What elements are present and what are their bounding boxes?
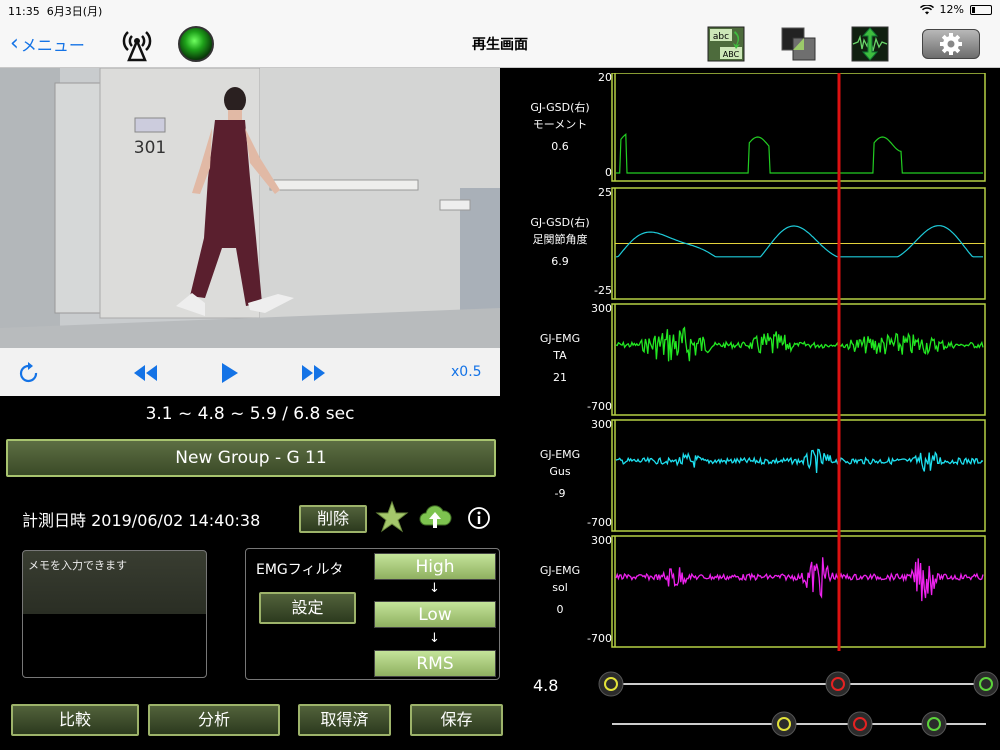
range-end-slider-thumb[interactable] xyxy=(921,711,947,737)
delete-button[interactable]: 削除 xyxy=(299,505,367,533)
status-bar: 11:35 6月3日(月) 12% xyxy=(0,0,1000,20)
cursor-marker-slider-thumb[interactable] xyxy=(825,671,851,697)
panel-frame xyxy=(611,73,986,182)
svg-text:ABC: ABC xyxy=(723,50,740,59)
status-right: 12% xyxy=(919,3,992,16)
time-range-readout: 3.1 ~ 4.8 ~ 5.9 / 6.8 sec xyxy=(145,404,355,424)
star-icon[interactable] xyxy=(375,500,409,534)
nav-bar: ‹ メニュー 再生画面 abc ABC xyxy=(0,20,1000,68)
analyze-button[interactable]: 分析 xyxy=(148,704,280,736)
time-sliders[interactable] xyxy=(594,662,1000,750)
filter-settings-button[interactable]: 設定 xyxy=(259,592,356,624)
start-marker-slider-thumb[interactable] xyxy=(598,671,624,697)
playback-controls: x0.5 xyxy=(0,348,500,396)
battery-icon xyxy=(970,4,992,15)
panel-frame xyxy=(611,419,986,532)
walking-person-video-image: 301 xyxy=(0,68,500,348)
channel-panel xyxy=(611,535,986,648)
overlay-layers-icon[interactable] xyxy=(779,25,819,63)
group-button[interactable]: New Group - G 11 xyxy=(6,439,496,477)
compare-button[interactable]: 比較 xyxy=(11,704,139,736)
emg-filter-panel: EMGフィルタ 設定 High ↓ Low ↓ RMS xyxy=(245,548,500,680)
range-cursor-slider-thumb[interactable] xyxy=(847,711,873,737)
room-number: 301 xyxy=(134,138,166,158)
channel-panel xyxy=(611,419,986,532)
filter-low-button[interactable]: Low xyxy=(374,601,496,628)
panel-frame xyxy=(611,535,986,648)
fast-forward-icon[interactable] xyxy=(300,364,326,382)
end-marker-slider-thumb[interactable] xyxy=(973,671,999,697)
rewind-icon[interactable] xyxy=(133,364,159,382)
filter-rms-button[interactable]: RMS xyxy=(374,650,496,677)
playback-speed[interactable]: x0.5 xyxy=(451,364,482,380)
abc-convert-icon[interactable]: abc ABC xyxy=(706,25,746,63)
range-start-slider-thumb[interactable] xyxy=(771,711,797,737)
settings-button[interactable] xyxy=(922,29,980,59)
play-icon[interactable] xyxy=(220,362,240,384)
cloud-upload-icon[interactable] xyxy=(418,499,452,533)
emg-filter-label: EMGフィルタ xyxy=(256,562,344,578)
filter-arrow-2: ↓ xyxy=(429,631,440,646)
battery-percent: 12% xyxy=(939,3,964,16)
status-time: 11:35 6月3日(月) xyxy=(8,5,103,18)
channel-panel xyxy=(611,303,986,416)
channel-panel xyxy=(611,73,986,182)
wifi-icon xyxy=(919,4,934,14)
save-button[interactable]: 保存 xyxy=(410,704,503,736)
filter-arrow-1: ↓ xyxy=(429,581,440,596)
channel-panel xyxy=(611,187,986,300)
signal-chart-panel[interactable] xyxy=(500,73,1000,653)
cursor-value: 4.8 xyxy=(533,676,559,695)
acquired-button[interactable]: 取得済 xyxy=(298,704,391,736)
replay-icon[interactable] xyxy=(18,362,40,384)
gear-icon xyxy=(940,33,962,55)
filter-high-button[interactable]: High xyxy=(374,553,496,580)
memo-placeholder: メモを入力できます xyxy=(28,559,127,572)
memo-field[interactable]: メモを入力できます xyxy=(22,550,207,678)
info-icon[interactable] xyxy=(467,506,491,530)
svg-text:abc: abc xyxy=(713,32,729,42)
video-frame[interactable]: 301 xyxy=(0,68,500,348)
signal-scale-icon[interactable] xyxy=(850,25,890,63)
measurement-datetime: 計測日時 2019/06/02 14:40:38 xyxy=(22,511,261,530)
